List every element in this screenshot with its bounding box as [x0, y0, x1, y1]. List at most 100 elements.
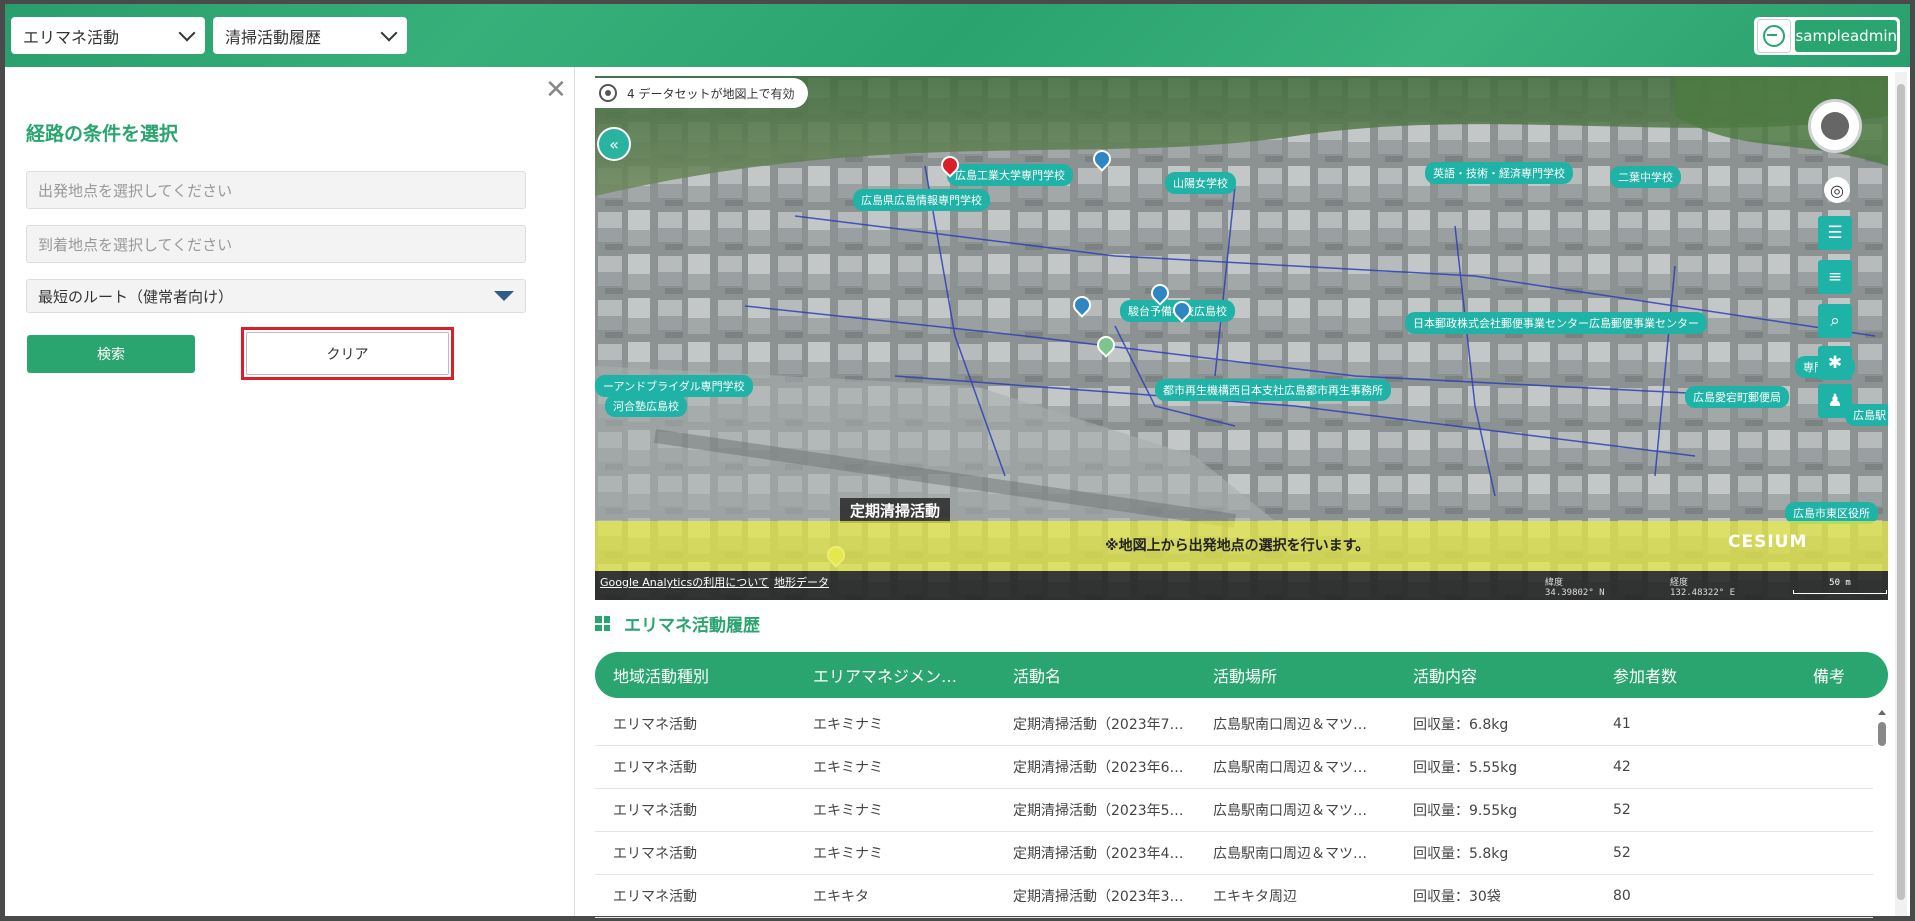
map-label[interactable]: 広島県広島情報専門学校 [853, 189, 990, 211]
map-label[interactable]: 山陽女学校 [1165, 172, 1236, 194]
table-row[interactable]: エリマネ活動 エキミナミ 定期清掃活動（2023年6… 広島駅南口周辺＆マツ… … [595, 746, 1873, 789]
page-scrollbar[interactable] [1895, 72, 1907, 916]
map-label[interactable]: 英語・技術・経済専門学校 [1425, 162, 1573, 184]
table-row[interactable]: エリマネ活動 エキキタ 定期清掃活動（2023年3… エキキタ周辺 回収量：30… [595, 875, 1873, 918]
table-header: 地域活動種別 エリアマネジメン… 活動名 活動場所 活動内容 参加者数 備考 [595, 652, 1888, 698]
map-label[interactable]: 広島愛宕町郵便局 [1685, 386, 1789, 408]
table-cell: 定期清掃活動（2023年7… [1013, 717, 1184, 733]
top-header: エリマネ活動 清掃活動履歴 sampleadmin [5, 4, 1910, 67]
table-cell: エリマネ活動 [613, 803, 697, 819]
chevron-down-icon [380, 24, 398, 41]
logout-icon[interactable] [1757, 19, 1792, 53]
close-icon[interactable]: ✕ [545, 77, 567, 103]
table-cell: 定期清掃活動（2023年4… [1013, 846, 1184, 862]
route-panel: ✕ 経路の条件を選択 出発地点を選択してください 到着地点を選択してください 最… [5, 67, 575, 916]
table-cell: 回収量：9.55kg [1413, 803, 1518, 819]
chevron-down-icon [178, 24, 196, 41]
cesium-logo: CESIUM [1728, 532, 1808, 552]
scroll-up-icon[interactable] [1878, 710, 1886, 715]
map-label[interactable]: 広島工業大学専門学校 [947, 164, 1073, 186]
scrollbar-thumb[interactable] [1897, 84, 1905, 900]
scrollbar-thumb[interactable] [1878, 722, 1886, 746]
table-cell: 41 [1613, 716, 1631, 732]
section-title: エリマネ活動履歴 [624, 616, 760, 636]
scale-bar: 50 m [1793, 578, 1887, 594]
table-cell: エキキタ [813, 889, 869, 905]
dataset-status-chip[interactable]: 4 データセットが地図上で有効 [595, 78, 809, 108]
table-cell: エキミナミ [813, 803, 883, 819]
column-header[interactable]: エリアマネジメン… [795, 663, 995, 687]
origin-input[interactable]: 出発地点を選択してください [26, 171, 526, 209]
column-header[interactable]: 備考 [1795, 663, 1888, 687]
longitude-readout: 経度 132.48322° E [1670, 578, 1736, 598]
username[interactable]: sampleadmin [1795, 20, 1897, 52]
map-label[interactable]: ーアンドブライダル専門学校 [595, 375, 753, 397]
column-header[interactable]: 活動場所 [1195, 663, 1395, 687]
table-cell: エキミナミ [813, 846, 883, 862]
column-header[interactable]: 活動内容 [1395, 663, 1595, 687]
table-cell: 52 [1613, 845, 1631, 861]
sliders-icon[interactable]: ☰ [1818, 216, 1852, 250]
latitude-readout: 緯度 34.39802° N [1545, 578, 1605, 598]
table-row[interactable]: エリマネ活動 エキミナミ 定期清掃活動（2023年7… 広島駅南口周辺＆マツ… … [595, 703, 1873, 746]
table-cell: 広島駅南口周辺＆マツ… [1213, 717, 1367, 733]
route-type-value: 最短のルート（健常者向け） [38, 287, 234, 306]
table-cell: 広島駅南口周辺＆マツ… [1213, 846, 1367, 862]
layer-select-value: 清掃活動履歴 [225, 27, 322, 47]
table-cell: エリマネ活動 [613, 889, 697, 905]
collapse-panel-button[interactable]: « [597, 127, 631, 161]
layer-select[interactable]: 清掃活動履歴 [213, 17, 407, 54]
grid-icon [595, 616, 610, 631]
search-icon[interactable]: ⌕ [1818, 304, 1852, 338]
route-type-select[interactable]: 最短のルート（健常者向け） [26, 279, 526, 313]
table-body: エリマネ活動 エキミナミ 定期清掃活動（2023年7… 広島駅南口周辺＆マツ… … [595, 703, 1873, 918]
table-cell: 回収量：6.8kg [1413, 717, 1509, 733]
table-row[interactable]: エリマネ活動 エキミナミ 定期清掃活動（2023年5… 広島駅南口周辺＆マツ… … [595, 789, 1873, 832]
triangle-down-icon [494, 291, 514, 301]
table-cell: エリマネ活動 [613, 760, 697, 776]
table-cell: エキミナミ [813, 717, 883, 733]
column-header[interactable]: 活動名 [995, 663, 1195, 687]
terrain-link[interactable]: 地形データ [774, 574, 829, 590]
map-label[interactable]: 河合塾広島校 [605, 395, 687, 417]
map-label[interactable]: 日本郵政株式会社郵便事業センター広島郵便事業センター [1405, 312, 1707, 334]
column-header[interactable]: 参加者数 [1595, 663, 1795, 687]
table-cell: エリマネ活動 [613, 846, 697, 862]
table-cell: 42 [1613, 759, 1631, 775]
table-cell: 52 [1613, 802, 1631, 818]
layers-icon [599, 84, 617, 102]
table-cell: 回収量：5.8kg [1413, 846, 1509, 862]
table-cell: 定期清掃活動（2023年5… [1013, 803, 1184, 819]
table-row[interactable]: エリマネ活動 エキミナミ 定期清掃活動（2023年4… 広島駅南口周辺＆マツ… … [595, 832, 1873, 875]
table-cell: エキミナミ [813, 760, 883, 776]
notice-text: ※地図上から出発地点の選択を行います。 [1105, 538, 1370, 554]
analytics-link[interactable]: Google Analyticsの利用について [600, 574, 769, 590]
activity-label: 定期清掃活動 [840, 498, 951, 523]
table-scrollbar[interactable] [1877, 708, 1887, 916]
destination-input[interactable]: 到着地点を選択してください [26, 225, 526, 263]
category-select[interactable]: エリマネ活動 [11, 17, 205, 54]
table-cell: 広島駅南口周辺＆マツ… [1213, 803, 1367, 819]
table-cell: 広島駅南口周辺＆マツ… [1213, 760, 1367, 776]
table-cell: 定期清掃活動（2023年6… [1013, 760, 1184, 776]
table-cell: 回収量：30袋 [1413, 889, 1501, 905]
table-cell: 定期清掃活動（2023年3… [1013, 889, 1184, 905]
column-header[interactable]: 地域活動種別 [595, 663, 795, 687]
map-label[interactable]: 都市再生機構西日本支社広島都市再生事務所 [1155, 379, 1391, 401]
table-cell: 80 [1613, 888, 1631, 904]
list-icon[interactable]: ≡ [1818, 260, 1852, 294]
table-cell: 回収量：5.55kg [1413, 760, 1518, 776]
map-viewer[interactable]: 4 データセットが地図上で有効 « 広島県広島情報専門学校 広島工業大学専門学校… [595, 76, 1888, 600]
compass-icon[interactable] [1808, 99, 1862, 153]
category-select-value: エリマネ活動 [23, 27, 120, 47]
table-cell: エキキタ周辺 [1213, 889, 1297, 905]
locate-icon[interactable]: ◎ [1824, 177, 1850, 203]
dataset-status-text: 4 データセットが地図上で有効 [627, 86, 795, 101]
user-menu[interactable]: sampleadmin [1754, 17, 1900, 55]
panel-title: 経路の条件を選択 [26, 123, 179, 145]
clear-button[interactable]: クリア [246, 332, 449, 375]
map-label[interactable]: 二葉中学校 [1610, 166, 1681, 188]
share-icon[interactable]: ✱ [1818, 346, 1852, 380]
people-icon[interactable]: ♟ [1818, 384, 1852, 418]
search-button[interactable]: 検索 [27, 335, 195, 373]
